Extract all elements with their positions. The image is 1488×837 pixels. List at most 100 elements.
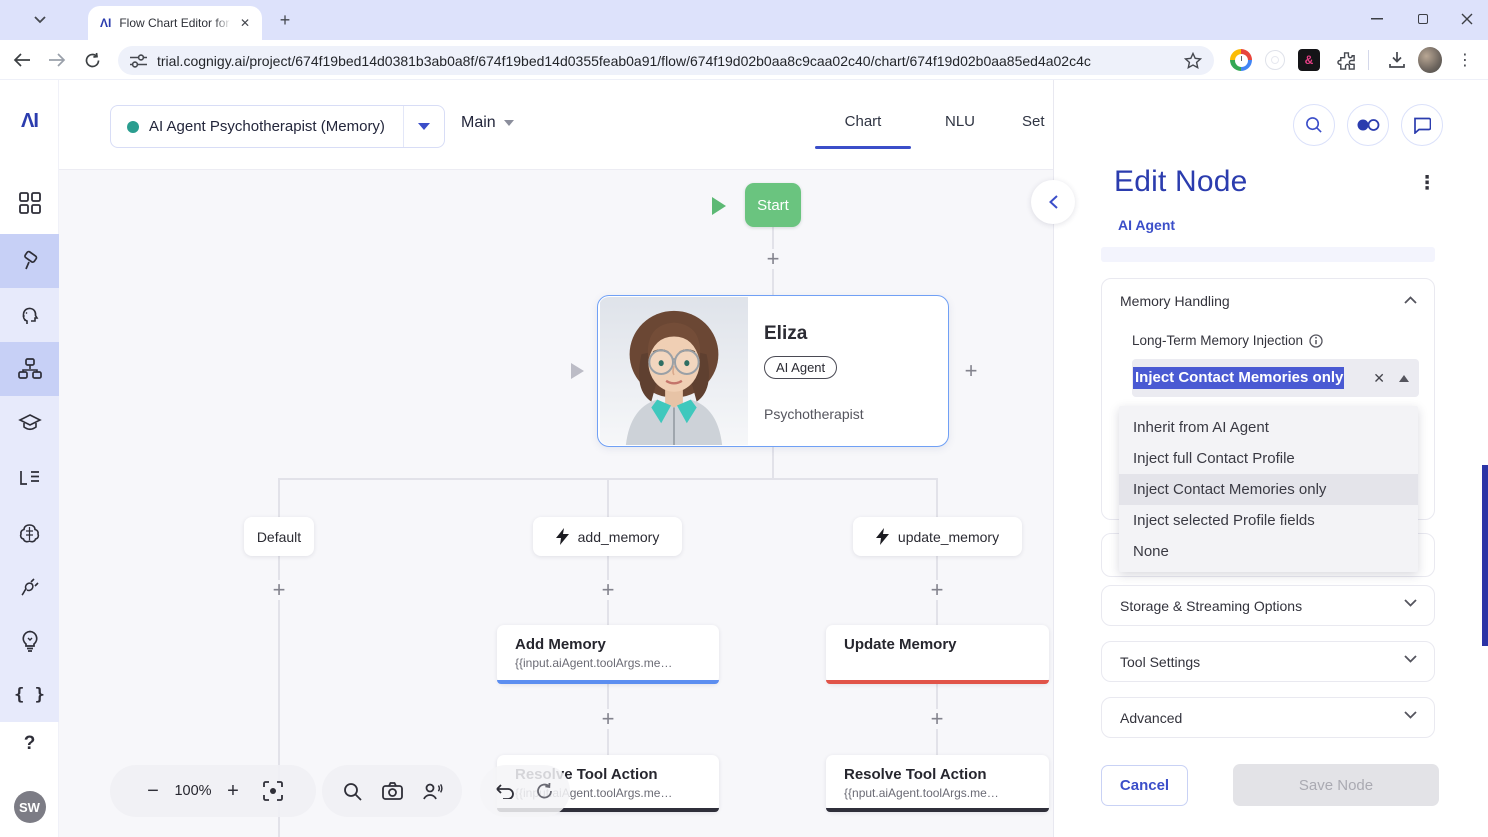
zoom-in-button[interactable]: + <box>213 771 253 811</box>
collapse-section-button[interactable] <box>1404 296 1417 304</box>
cancel-button[interactable]: Cancel <box>1101 765 1188 806</box>
sidebar-item-nlu[interactable] <box>0 506 59 560</box>
sidebar-item-insights[interactable] <box>0 614 59 668</box>
talk-to-agent-button[interactable] <box>412 771 452 811</box>
search-node-button[interactable] <box>1293 104 1335 146</box>
start-node[interactable]: Start <box>745 183 801 227</box>
chevron-down-icon <box>1404 599 1417 607</box>
add-node-button[interactable]: + <box>763 249 783 269</box>
cognigy-favicon-icon: ΛI <box>100 16 111 30</box>
app-sidebar: ΛI { } ? <box>0 80 59 837</box>
sidebar-item-dashboard[interactable] <box>0 176 59 230</box>
extensions-puzzle-icon[interactable] <box>1334 48 1358 72</box>
flow-canvas[interactable]: + + + + + + + Start <box>59 170 1053 837</box>
zoom-out-button[interactable]: − <box>133 771 173 811</box>
sidebar-user-avatar[interactable]: SW <box>0 780 59 834</box>
run-flow-icon[interactable] <box>712 197 726 215</box>
add-node-button[interactable]: + <box>269 580 289 600</box>
sidebar-item-pinned[interactable] <box>0 234 59 288</box>
browser-tab[interactable]: ΛI Flow Chart Editor for Main | Cog ✕ <box>88 6 262 40</box>
flow-selector[interactable]: AI Agent Psychotherapist (Memory) <box>110 105 445 148</box>
branch-update-memory[interactable]: update_memory <box>853 517 1022 556</box>
branch-default[interactable]: Default <box>244 517 314 556</box>
connector-line <box>607 478 609 517</box>
sidebar-item-help[interactable]: ? <box>0 717 59 771</box>
panel-scrollbar[interactable] <box>1482 465 1488 646</box>
reload-button[interactable] <box>80 48 104 72</box>
add-node-button[interactable]: + <box>927 580 947 600</box>
undo-button[interactable] <box>485 771 525 811</box>
selected-value: Inject Contact Memories only <box>1133 367 1344 389</box>
add-node-button[interactable]: + <box>598 580 618 600</box>
back-button[interactable] <box>10 48 34 72</box>
window-minimize-button[interactable] <box>1354 0 1400 38</box>
advanced-section[interactable]: Advanced <box>1101 697 1435 738</box>
sidebar-item-logs[interactable] <box>0 451 59 505</box>
add-node-button[interactable]: + <box>598 709 618 729</box>
node-accent <box>826 680 1049 684</box>
expand-section-button[interactable] <box>1404 655 1417 663</box>
tab-settings[interactable]: Set <box>1022 113 1053 130</box>
long-term-memory-select[interactable]: Inject Contact Memories only ✕ <box>1132 359 1419 397</box>
add-node-button[interactable]: + <box>927 709 947 729</box>
browser-profile-avatar[interactable] <box>1418 48 1442 72</box>
url-bar[interactable]: trial.cognigy.ai/project/674f19bed14d038… <box>118 46 1214 75</box>
screenshot-button[interactable] <box>372 771 412 811</box>
browser-menu-button[interactable]: ⋮ <box>1453 48 1477 72</box>
tool-settings-section[interactable]: Tool Settings <box>1101 641 1435 682</box>
forward-button[interactable] <box>45 48 69 72</box>
expand-section-button[interactable] <box>1404 599 1417 607</box>
sidebar-item-knowledge-ai[interactable] <box>0 396 59 450</box>
comments-button[interactable] <box>1401 104 1443 146</box>
toggle-view-button[interactable] <box>1347 104 1389 146</box>
cognigy-logo[interactable]: ΛI <box>0 110 59 133</box>
info-icon[interactable] <box>1309 334 1323 348</box>
sidebar-item-ai-knowledge[interactable] <box>0 288 59 342</box>
expand-section-button[interactable] <box>1404 711 1417 719</box>
add-node-button[interactable]: + <box>961 361 981 381</box>
save-node-button[interactable]: Save Node <box>1233 764 1439 806</box>
sidebar-item-developer[interactable]: { } <box>0 668 59 722</box>
branch-selector[interactable]: Main <box>461 114 514 132</box>
storage-streaming-section[interactable]: Storage & Streaming Options <box>1101 585 1435 626</box>
dropdown-option[interactable]: Inherit from AI Agent <box>1119 412 1418 443</box>
clear-selection-icon[interactable]: ✕ <box>1369 370 1389 387</box>
extension-dark-icon[interactable]: & <box>1297 48 1321 72</box>
node-resolve-tool-action-2[interactable]: Resolve Tool Action {{nput.aiAgent.toolA… <box>826 755 1049 812</box>
dropdown-option[interactable]: Inject selected Profile fields <box>1119 505 1418 536</box>
flow-selector-caret[interactable] <box>403 106 444 147</box>
window-close-button[interactable] <box>1446 0 1488 38</box>
node-update-memory[interactable]: Update Memory <box>826 625 1049 684</box>
bookmark-star-icon[interactable] <box>1184 52 1202 70</box>
node-add-memory[interactable]: Add Memory {{input.aiAgent.toolArgs.me… <box>497 625 719 684</box>
ai-agent-node[interactable]: Eliza AI Agent Psychotherapist <box>597 295 949 447</box>
tab-chart[interactable]: Chart <box>815 113 911 130</box>
branch-add-memory[interactable]: add_memory <box>533 517 682 556</box>
dropdown-option-selected[interactable]: Inject Contact Memories only <box>1119 474 1418 505</box>
tab-nlu[interactable]: NLU <box>925 113 995 130</box>
toggle-icon <box>1356 118 1380 132</box>
redo-button[interactable] <box>525 771 565 811</box>
undo-icon <box>495 783 515 799</box>
collapse-panel-button[interactable] <box>1031 180 1075 224</box>
downloads-button[interactable] <box>1385 48 1409 72</box>
fit-to-screen-button[interactable] <box>253 771 293 811</box>
chevron-up-icon[interactable] <box>1399 375 1409 382</box>
node-accent <box>826 808 1049 812</box>
dropdown-option[interactable]: Inject full Contact Profile <box>1119 443 1418 474</box>
node-type-link[interactable]: AI Agent <box>1118 217 1175 233</box>
dropdown-option[interactable]: None <box>1119 536 1418 567</box>
window-maximize-button[interactable] <box>1400 0 1446 38</box>
extension-radar-icon[interactable] <box>1263 48 1287 72</box>
extension-clock-icon[interactable] <box>1229 48 1253 72</box>
search-canvas-button[interactable] <box>332 771 372 811</box>
app-window: ΛI Flow Chart Editor for Main | Cog ✕ + <box>0 0 1488 837</box>
tab-search-button[interactable] <box>28 8 52 32</box>
sidebar-item-integrations[interactable] <box>0 560 59 614</box>
play-from-node-icon[interactable] <box>571 363 584 379</box>
tab-close-icon[interactable]: ✕ <box>236 14 254 32</box>
sidebar-item-flows[interactable] <box>0 342 59 396</box>
new-tab-button[interactable]: + <box>274 9 296 31</box>
fit-view-icon <box>263 781 283 801</box>
node-options-button[interactable]: ⋮ <box>1416 172 1438 195</box>
